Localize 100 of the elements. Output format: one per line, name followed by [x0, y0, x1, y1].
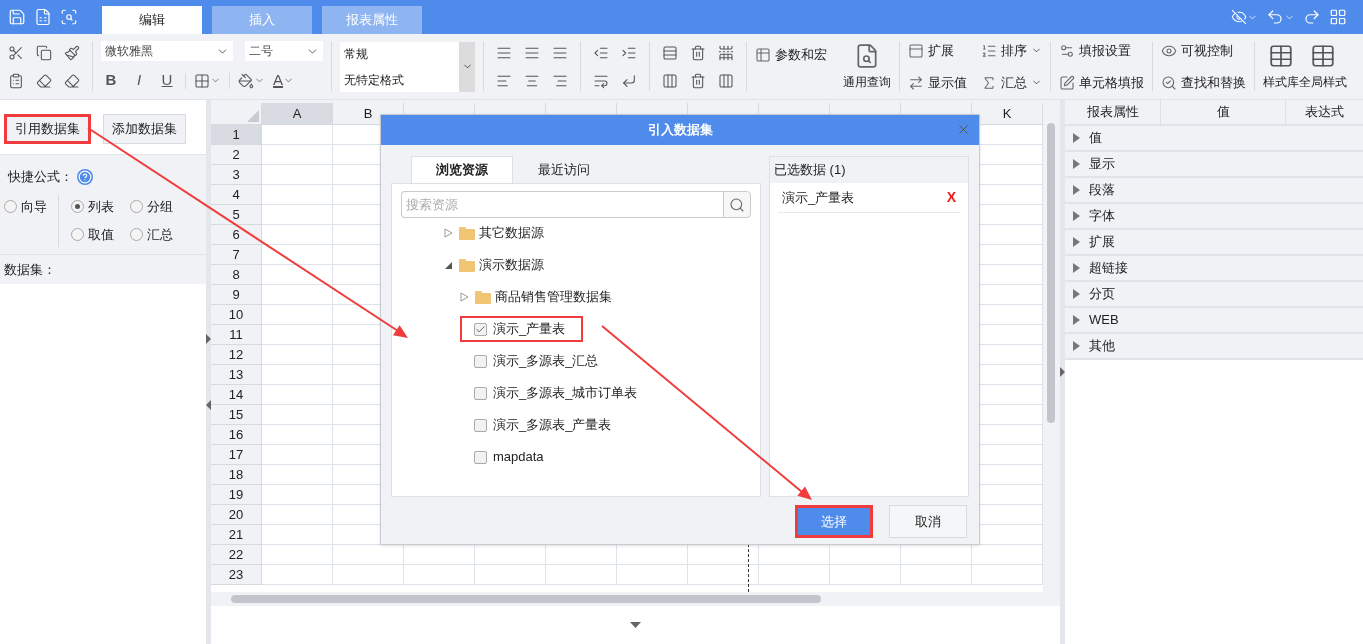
property-group[interactable]: 扩展 — [1065, 230, 1363, 256]
dataset-button[interactable]: 引用数据集 — [4, 114, 91, 144]
redo-button[interactable] — [1303, 8, 1321, 26]
underline-button[interactable]: U — [157, 69, 177, 92]
export-button[interactable] — [34, 8, 52, 26]
grid-cell[interactable] — [262, 125, 333, 145]
property-group[interactable]: 其他 — [1065, 334, 1363, 360]
radio-button[interactable] — [130, 228, 143, 241]
grid-cell[interactable] — [262, 365, 333, 385]
grid-cell[interactable] — [546, 565, 617, 585]
row-header[interactable]: 17 — [211, 445, 262, 465]
row-header[interactable]: 3 — [211, 165, 262, 185]
tree-item[interactable]: 其它数据源 — [459, 223, 544, 243]
cell-fill-button[interactable]: 单元格填报 — [1059, 70, 1144, 95]
expand-handle-icon[interactable] — [630, 622, 641, 628]
grid-cell[interactable] — [759, 565, 830, 585]
checkbox[interactable] — [474, 354, 487, 368]
grid-cell[interactable] — [262, 505, 333, 525]
find-replace-button[interactable]: 查找和替换 — [1161, 70, 1246, 95]
dataset-item[interactable]: mapdata — [460, 444, 562, 470]
row-header[interactable]: 19 — [211, 485, 262, 505]
search-button[interactable] — [723, 191, 751, 218]
row-header[interactable]: 21 — [211, 525, 262, 545]
undo-button[interactable] — [1266, 8, 1295, 26]
grid-cell[interactable] — [262, 525, 333, 545]
dialog-tab[interactable]: 最近访问 — [513, 156, 615, 183]
parameters-button[interactable]: 参数和宏 — [755, 42, 827, 67]
grid-cell[interactable] — [617, 565, 688, 585]
grid-cell[interactable] — [262, 205, 333, 225]
sort-button[interactable]: 排序 — [981, 38, 1042, 63]
grid-cell[interactable] — [262, 405, 333, 425]
row-header[interactable]: 11 — [211, 325, 262, 345]
grid-cell[interactable] — [262, 265, 333, 285]
row-header[interactable]: 1 — [211, 125, 262, 145]
grid-cell[interactable] — [262, 485, 333, 505]
row-header[interactable]: 6 — [211, 225, 262, 245]
dialog-tab[interactable]: 浏览资源 — [411, 156, 513, 183]
grid-cell[interactable] — [262, 285, 333, 305]
grid-cell[interactable] — [404, 565, 475, 585]
row-header[interactable]: 9 — [211, 285, 262, 305]
grid-cell[interactable] — [262, 445, 333, 465]
radio-button[interactable] — [4, 200, 17, 213]
grid-cell[interactable] — [262, 165, 333, 185]
expand-arrow-icon[interactable] — [444, 228, 453, 238]
grid-cell[interactable] — [688, 565, 759, 585]
remove-button[interactable]: X — [946, 187, 956, 208]
close-button[interactable] — [956, 122, 971, 137]
row-header[interactable]: 4 — [211, 185, 262, 205]
grid-cell[interactable] — [262, 565, 333, 585]
property-group[interactable]: 超链接 — [1065, 256, 1363, 282]
property-group[interactable]: WEB — [1065, 308, 1363, 334]
row-header[interactable]: 12 — [211, 345, 262, 365]
preview-button[interactable] — [60, 8, 78, 26]
grid-cell[interactable] — [262, 545, 333, 565]
bold-button[interactable]: B — [101, 69, 121, 92]
grid-cell[interactable] — [262, 345, 333, 365]
help-icon[interactable] — [77, 168, 93, 185]
property-group[interactable]: 字体 — [1065, 204, 1363, 230]
row-header[interactable]: 23 — [211, 565, 262, 585]
fill-color-button[interactable] — [238, 72, 265, 89]
property-group[interactable]: 分页 — [1065, 282, 1363, 308]
row-header[interactable]: 8 — [211, 265, 262, 285]
dataset-item[interactable]: 演示_多源表_城市订单表 — [460, 380, 656, 406]
fill-settings-button[interactable]: 填报设置 — [1059, 38, 1144, 63]
row-header[interactable]: 16 — [211, 425, 262, 445]
dataset-item[interactable]: 演示_产量表 — [460, 316, 584, 342]
row-header[interactable]: 20 — [211, 505, 262, 525]
radio-button[interactable] — [71, 200, 84, 213]
grid-cell[interactable] — [830, 565, 901, 585]
grid-cell[interactable] — [262, 305, 333, 325]
select-all-corner-icon[interactable] — [247, 110, 259, 122]
tree-item[interactable]: 演示数据源 — [459, 255, 544, 275]
style-library-button[interactable]: 样式库 — [1263, 42, 1299, 91]
row-header[interactable]: 10 — [211, 305, 262, 325]
row-header[interactable]: 18 — [211, 465, 262, 485]
column-header[interactable]: A — [262, 103, 333, 125]
number-format-select[interactable]: 常规 无特定格式 — [340, 41, 475, 92]
layout-button[interactable] — [1329, 8, 1347, 26]
row-header[interactable]: 15 — [211, 405, 262, 425]
grid-cell[interactable] — [262, 325, 333, 345]
cancel-button[interactable]: 取消 — [889, 505, 967, 538]
grid-cell[interactable] — [262, 185, 333, 205]
italic-button[interactable]: I — [129, 69, 149, 92]
property-group[interactable]: 段落 — [1065, 178, 1363, 204]
font-size-select[interactable]: 二号 — [245, 41, 323, 62]
font-color-button[interactable]: A — [273, 69, 294, 92]
grid-cell[interactable] — [262, 145, 333, 165]
property-group[interactable]: 显示 — [1065, 152, 1363, 178]
save-button[interactable] — [8, 8, 26, 26]
checkbox[interactable] — [474, 386, 487, 400]
border-button[interactable] — [194, 72, 221, 89]
radio-button[interactable] — [71, 228, 84, 241]
search-field[interactable]: 搜索资源 — [401, 191, 723, 218]
grid-cell[interactable] — [333, 565, 404, 585]
row-header[interactable]: 2 — [211, 145, 262, 165]
grid-cell[interactable] — [901, 565, 972, 585]
property-group[interactable]: 值 — [1065, 126, 1363, 152]
ribbon-tab[interactable]: 编辑 — [102, 6, 202, 34]
visibility-control-button[interactable]: 可视控制 — [1161, 38, 1246, 63]
collapse-arrow-icon[interactable] — [444, 260, 453, 270]
